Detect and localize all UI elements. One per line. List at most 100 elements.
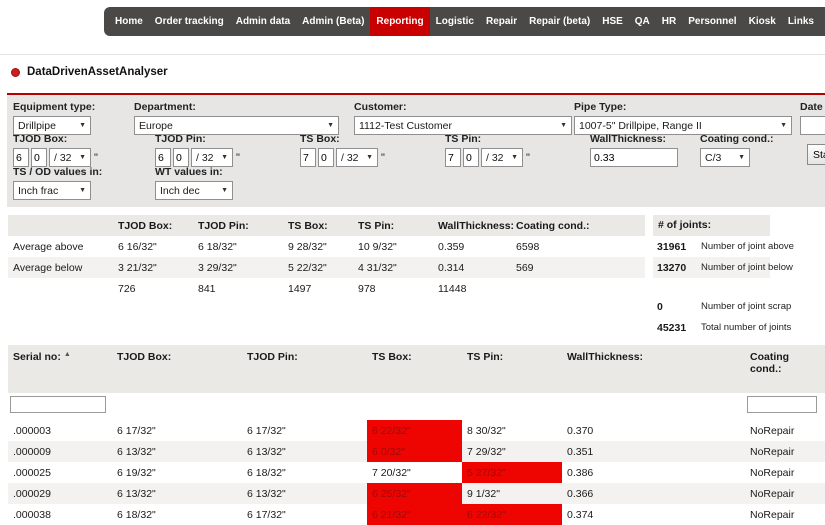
cell-wallthickness: 0.386 xyxy=(567,466,594,479)
pipe-type-label: Pipe Type: xyxy=(574,101,627,113)
tjod-pin-group: TJOD Pin: / 32 ▼ " xyxy=(155,133,240,167)
chevron-down-icon: ▼ xyxy=(327,122,334,129)
chevron-down-icon: ▼ xyxy=(79,187,86,194)
table-row: .000003 6 17/32" 6 17/32" 6 22/32" 8 30/32" 0… xyxy=(8,420,825,441)
cell-ts-pin: 6 22/32" xyxy=(462,504,562,525)
detail-col-header-ts-box[interactable]: TS Box: xyxy=(367,345,462,393)
date-from-input[interactable] xyxy=(800,116,825,135)
summary-row-label: Average above xyxy=(13,240,84,253)
serial-filter-input[interactable] xyxy=(10,396,106,413)
joints-label: Number of joint below xyxy=(701,262,793,273)
detail-col-header-serial[interactable]: Serial no: ▲ xyxy=(8,345,112,393)
summary-cell: 10 9/32" xyxy=(358,240,397,253)
summary-cell: 1497 xyxy=(288,282,312,295)
ts-od-values-select[interactable]: Inch frac ▼ xyxy=(13,181,91,200)
detail-col-header-ts-pin[interactable]: TS Pin: xyxy=(462,345,562,393)
summary-col-header: Coating cond.: xyxy=(511,215,645,236)
summary-cell: 5 22/32" xyxy=(288,261,327,274)
cell-coating: NoRepair xyxy=(750,487,795,500)
wall-thickness-input[interactable] xyxy=(590,148,678,167)
wall-thickness-label: WallThickness: xyxy=(590,133,667,145)
nav-item-repair-beta[interactable]: Repair (beta) xyxy=(523,7,596,36)
coating-filter-input[interactable] xyxy=(747,396,817,413)
tjod-pin-whole-input[interactable] xyxy=(155,148,171,167)
joints-label: Number of joint scrap xyxy=(701,301,792,312)
ts-pin-whole-input[interactable] xyxy=(445,148,461,167)
tjod-box-group: TJOD Box: / 32 ▼ " xyxy=(13,133,98,167)
wt-values-label: WT values in: xyxy=(155,166,223,178)
inch-unit: " xyxy=(94,151,98,164)
nav-item-repair[interactable]: Repair xyxy=(480,7,523,36)
tjod-box-num-input[interactable] xyxy=(31,148,47,167)
tjod-pin-denom-select[interactable]: / 32 ▼ xyxy=(191,148,233,167)
ts-pin-denom-select[interactable]: / 32 ▼ xyxy=(481,148,523,167)
tjod-box-whole-input[interactable] xyxy=(13,148,29,167)
nav-item-reporting[interactable]: Reporting xyxy=(370,7,430,36)
start-button[interactable]: Sta xyxy=(807,144,825,165)
summary-col-header xyxy=(8,215,113,236)
detail-col-header-tjod-pin[interactable]: TJOD Pin: xyxy=(242,345,367,393)
coating-cond-group: Coating cond.: C/3 ▼ xyxy=(700,133,774,167)
summary-cell: 3 21/32" xyxy=(118,261,157,274)
cell-tjod-pin: 6 17/32" xyxy=(247,424,286,437)
nav-item-personnel[interactable]: Personnel xyxy=(682,7,742,36)
chevron-down-icon: ▼ xyxy=(366,154,373,161)
cell-ts-box: 7 20/32" xyxy=(372,466,411,479)
nav-item-home[interactable]: Home xyxy=(109,7,149,36)
page-title-row: DataDrivenAssetAnalyser xyxy=(11,66,168,78)
detail-col-header-label: Coating cond.: xyxy=(750,351,790,375)
nav-item-admin-data[interactable]: Admin data xyxy=(230,7,296,36)
cell-coating: NoRepair xyxy=(750,445,795,458)
department-group: Department: Europe ▼ xyxy=(134,101,339,135)
cell-ts-box: 6 0/32" xyxy=(367,441,462,462)
nav-item-logistic[interactable]: Logistic xyxy=(430,7,480,36)
chevron-down-icon: ▼ xyxy=(780,122,787,129)
wt-values-select[interactable]: Inch dec ▼ xyxy=(155,181,233,200)
tjod-pin-num-input[interactable] xyxy=(173,148,189,167)
nav-item-admin-beta[interactable]: Admin (Beta) xyxy=(296,7,370,36)
table-row: .000025 6 19/32" 6 18/32" 7 20/32" 5 27/32" 0… xyxy=(8,462,825,483)
nav-item-hr[interactable]: HR xyxy=(656,7,682,36)
cell-serial: .000025 xyxy=(13,466,51,479)
tjod-box-label: TJOD Box: xyxy=(13,133,68,145)
nav-item-order-tracking[interactable]: Order tracking xyxy=(149,7,230,36)
detail-col-header-coating[interactable]: Coating cond.: xyxy=(745,345,825,393)
nav-item-kiosk[interactable]: Kiosk xyxy=(743,7,782,36)
detail-header-row: Serial no: ▲ TJOD Box: TJOD Pin: TS Box: TS P… xyxy=(8,345,825,393)
joints-label: Number of joint above xyxy=(701,241,794,252)
date-from-label: Date F xyxy=(800,101,825,113)
filter-cell xyxy=(112,393,242,420)
detail-col-header-wallthickness[interactable]: WallThickness: xyxy=(562,345,745,393)
summary-cell: 3 29/32" xyxy=(198,261,237,274)
cell-ts-pin: 5 27/32" xyxy=(462,462,562,483)
ts-box-group: TS Box: / 32 ▼ " xyxy=(300,133,385,167)
summary-cell: 11448 xyxy=(438,282,467,295)
summary-header-row: TJOD Box: TJOD Pin: TS Box: TS Pin: WallThic… xyxy=(8,215,645,236)
summary-row-label: Average below xyxy=(13,261,83,274)
summary-col-header: WallThickness: xyxy=(433,215,514,236)
cell-ts-box: 6 21/32" xyxy=(367,504,462,525)
detail-col-header-tjod-box[interactable]: TJOD Box: xyxy=(112,345,242,393)
nav-item-qa[interactable]: QA xyxy=(629,7,656,36)
ts-box-num-input[interactable] xyxy=(318,148,334,167)
inch-unit: " xyxy=(381,151,385,164)
cell-coating: NoRepair xyxy=(750,508,795,521)
joints-value: 0 xyxy=(657,300,663,313)
coating-cond-select[interactable]: C/3 ▼ xyxy=(700,148,750,167)
cell-serial: .000009 xyxy=(13,445,51,458)
nav-item-hse[interactable]: HSE xyxy=(596,7,629,36)
summary-row-label xyxy=(8,278,113,299)
ts-pin-label: TS Pin: xyxy=(445,133,482,145)
ts-box-denom-select[interactable]: / 32 ▼ xyxy=(336,148,378,167)
summary-cell: 978 xyxy=(358,282,376,295)
pipe-type-group: Pipe Type: 1007-5" Drillpipe, Range II ▼ xyxy=(574,101,792,135)
cell-tjod-pin: 6 18/32" xyxy=(247,466,286,479)
joints-row: 45231 Total number of joints xyxy=(653,317,791,338)
department-value: Europe xyxy=(139,119,173,132)
cell-serial: .000003 xyxy=(13,424,51,437)
nav-item-links[interactable]: Links xyxy=(782,7,820,36)
tjod-box-denom-select[interactable]: / 32 ▼ xyxy=(49,148,91,167)
cell-ts-box: 6 25/32" xyxy=(367,483,462,504)
ts-box-whole-input[interactable] xyxy=(300,148,316,167)
ts-pin-num-input[interactable] xyxy=(463,148,479,167)
